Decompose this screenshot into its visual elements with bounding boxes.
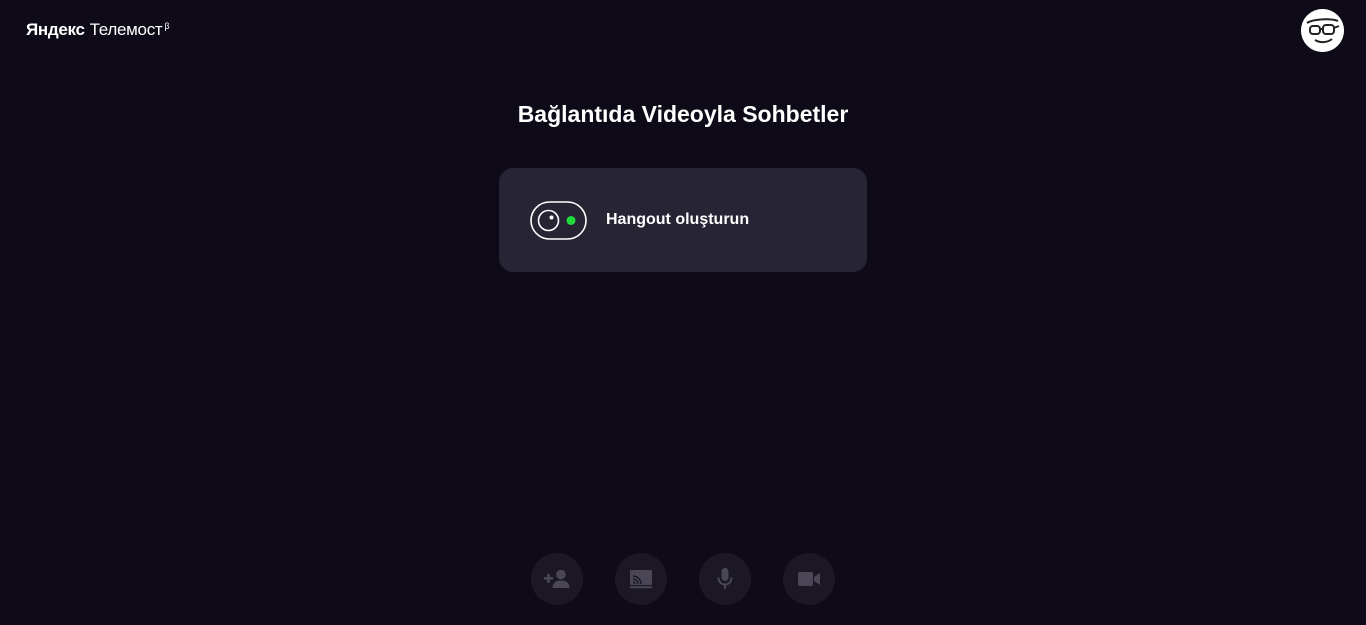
user-avatar-glasses-icon (1301, 9, 1344, 52)
page-title: Bağlantıda Videoyla Sohbetler (517, 101, 849, 127)
yandex-telemost-logo[interactable]: Яндекс Телемост β (26, 20, 170, 40)
camera-button[interactable] (783, 553, 835, 605)
video-camera-icon (798, 572, 820, 586)
add-participant-button[interactable] (531, 553, 583, 605)
create-hangout-label: Hangout oluşturun (606, 211, 750, 228)
logo-brand: Яндекс (26, 20, 85, 39)
status-indicator (566, 215, 576, 225)
call-controls (531, 553, 835, 605)
add-person-icon (544, 569, 570, 588)
camera-toggle-icon (530, 200, 587, 240)
beta-badge: β (164, 21, 170, 31)
telemost-page: Яндекс Телемост β Bağlantıda Videoyla So… (0, 0, 1366, 625)
cast-screen-icon (630, 570, 652, 589)
create-hangout-button[interactable]: Hangout oluşturun (499, 168, 867, 272)
microphone-icon (717, 568, 733, 589)
screen-share-button[interactable] (615, 553, 667, 605)
microphone-button[interactable] (699, 553, 751, 605)
logo-product: Телемост (89, 20, 163, 39)
user-avatar[interactable] (1301, 9, 1344, 52)
